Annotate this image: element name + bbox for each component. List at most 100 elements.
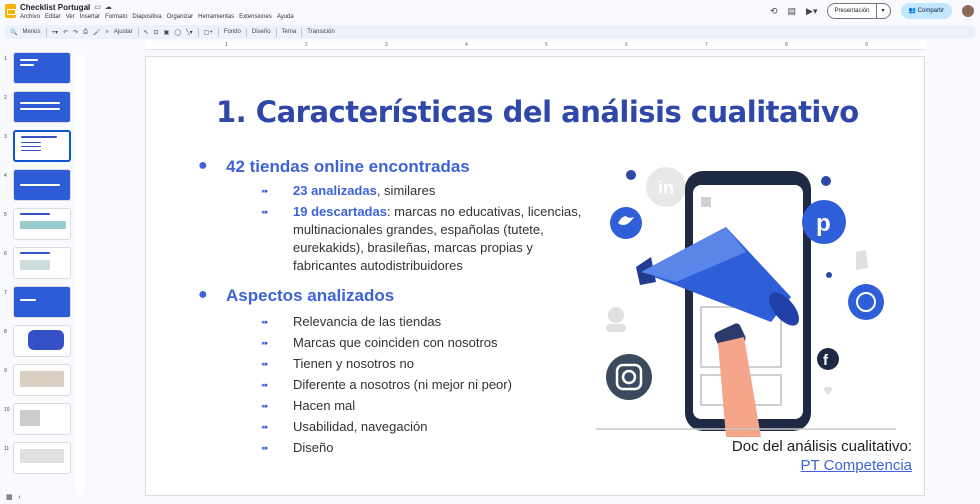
list-item[interactable]: ➠ Tienen y nosotros no xyxy=(261,355,583,373)
shape-icon[interactable]: ◯ xyxy=(174,29,181,36)
background-button[interactable]: Fondo xyxy=(224,29,241,35)
menu-diapositiva[interactable]: Diapositiva xyxy=(132,14,161,20)
transition-button[interactable]: Transición xyxy=(307,29,334,35)
divider xyxy=(197,27,199,37)
ruler-tick: 5 xyxy=(545,42,548,48)
paint-format-icon[interactable]: 🖌 xyxy=(93,29,101,36)
move-folder-icon[interactable]: ▭ xyxy=(94,4,105,11)
ruler-tick: 8 xyxy=(785,42,788,48)
menu-extensiones[interactable]: Extensiones xyxy=(239,14,272,20)
slide-number: 3 xyxy=(4,134,7,140)
section-heading[interactable]: ● Aspectos analizados xyxy=(198,286,394,306)
item-text: Diferente a nosotros (ni mejor ni peor) xyxy=(293,377,512,392)
slide-thumbnail[interactable]: 10 xyxy=(0,403,72,439)
slide-thumbnail[interactable]: 1 xyxy=(0,52,72,88)
comments-icon[interactable]: ▤ xyxy=(788,6,797,17)
document-title[interactable]: Checklist Portugal xyxy=(20,3,90,12)
decor-dot xyxy=(821,176,831,186)
star-icon[interactable]: ☆ xyxy=(84,4,94,11)
zoom-select[interactable]: Ajustar xyxy=(114,29,133,35)
bullet-dot: ● xyxy=(198,286,208,303)
undo-icon[interactable]: ↶ xyxy=(63,29,68,36)
menu-editar[interactable]: Editar xyxy=(45,14,61,20)
layout-button[interactable]: Diseño xyxy=(252,29,271,35)
ruler-tick: 1 xyxy=(225,42,228,48)
present-button[interactable]: Presentación ▾ xyxy=(827,3,891,19)
grid-view-icon[interactable]: ▦ xyxy=(6,494,13,501)
slide-number: 8 xyxy=(4,329,7,335)
share-button[interactable]: 👥 Compartir xyxy=(900,3,952,19)
comment-icon[interactable]: ▢+ xyxy=(204,29,213,36)
image-icon[interactable]: ▣ xyxy=(164,29,170,36)
list-item[interactable]: ➠ Marcas que coinciden con nosotros xyxy=(261,334,583,352)
list-item[interactable]: ➠ 23 analizadas, similares xyxy=(261,182,583,200)
menu-ayuda[interactable]: Ayuda xyxy=(277,14,294,20)
textbox-icon[interactable]: ⊡ xyxy=(154,29,159,36)
thumbnail-image xyxy=(13,208,71,240)
ruler-tick: 2 xyxy=(305,42,308,48)
svg-text:p: p xyxy=(816,210,831,237)
cloud-status-icon[interactable]: ☁ xyxy=(105,4,116,11)
list-item[interactable]: ➠ Diseño xyxy=(261,439,583,457)
item-text: Usabilidad, navegación xyxy=(293,419,428,434)
menu-bar: Archivo Editar Ver Insertar Formato Diap… xyxy=(20,14,294,20)
zoom-icon[interactable]: ⌕ xyxy=(106,29,109,36)
slide-number: 9 xyxy=(4,368,7,374)
slide-number: 10 xyxy=(4,407,10,413)
slide-thumbnail[interactable]: 9 xyxy=(0,364,72,400)
add-slide-icon[interactable]: +▾ xyxy=(52,29,59,36)
slide-thumbnail[interactable]: 11 xyxy=(0,442,72,478)
slide-thumbnail[interactable]: 6 xyxy=(0,247,72,283)
slide-thumbnail-selected[interactable]: 3 xyxy=(0,130,72,166)
history-icon[interactable]: ⟲ xyxy=(770,6,778,17)
slide-number: 5 xyxy=(4,212,7,218)
present-dropdown-icon[interactable]: ▾ xyxy=(875,4,890,18)
select-icon[interactable]: ↖ xyxy=(144,29,149,36)
thumbnail-image xyxy=(13,286,71,318)
menu-ver[interactable]: Ver xyxy=(66,14,75,20)
search-menus[interactable]: Menús xyxy=(22,29,40,35)
menu-herramientas[interactable]: Herramientas xyxy=(198,14,234,20)
list-item[interactable]: ➠ Usabilidad, navegación xyxy=(261,418,583,436)
instagram-icon xyxy=(606,354,652,400)
slide-number: 6 xyxy=(4,251,7,257)
theme-button[interactable]: Tema xyxy=(282,29,297,35)
slide-title[interactable]: 1. Características del análisis cualitat… xyxy=(216,95,859,129)
list-item[interactable]: ➠ 19 descartadas: marcas no educativas, l… xyxy=(261,203,583,275)
slide-thumbnail[interactable]: 2 xyxy=(0,91,72,127)
horizontal-ruler[interactable]: 1 2 3 4 5 6 7 8 9 xyxy=(145,41,925,50)
list-item[interactable]: ➠ Hacen mal xyxy=(261,397,583,415)
menu-archivo[interactable]: Archivo xyxy=(20,14,40,20)
slide-canvas[interactable]: 1. Características del análisis cualitat… xyxy=(145,56,925,496)
collapse-filmstrip-icon[interactable]: ‹ xyxy=(18,494,20,501)
slide-thumbnail[interactable]: 4 xyxy=(0,169,72,205)
search-icon[interactable]: 🔍 xyxy=(10,29,17,36)
slide-thumbnail[interactable]: 7 xyxy=(0,286,72,322)
megaphone-phone-illustration[interactable]: in p f xyxy=(596,157,896,437)
ruler-tick: 4 xyxy=(465,42,468,48)
vertical-ruler[interactable] xyxy=(76,55,84,495)
doc-link[interactable]: PT Competencia xyxy=(801,457,912,474)
avatar[interactable] xyxy=(962,5,974,17)
ruler-tick: 7 xyxy=(705,42,708,48)
menu-organizar[interactable]: Organizar xyxy=(167,14,193,20)
slide-thumbnail[interactable]: 8 xyxy=(0,325,72,361)
list-item[interactable]: ➠ Relevancia de las tiendas xyxy=(261,313,583,331)
arrow-bullet-icon: ➠ xyxy=(261,207,269,217)
print-icon[interactable]: ⎙ xyxy=(83,29,88,36)
item-text: Tienen y nosotros no xyxy=(293,356,414,371)
redo-icon[interactable]: ↷ xyxy=(73,29,78,36)
list-item[interactable]: ➠ Diferente a nosotros (ni mejor ni peor) xyxy=(261,376,583,394)
line-icon[interactable]: ╲▾ xyxy=(186,29,193,36)
section-heading[interactable]: ● 42 tiendas online encontradas xyxy=(198,157,470,177)
slide-thumbnail[interactable]: 5 xyxy=(0,208,72,244)
slide-number: 4 xyxy=(4,173,7,179)
section-heading-text: 42 tiendas online encontradas xyxy=(226,157,470,176)
meet-icon[interactable]: ▶▾ xyxy=(806,6,817,17)
menu-formato[interactable]: Formato xyxy=(105,14,127,20)
menu-insertar[interactable]: Insertar xyxy=(80,14,100,20)
thumbnail-image xyxy=(13,325,71,357)
slides-logo-icon[interactable] xyxy=(5,4,16,18)
thumbnail-image xyxy=(13,169,71,201)
item-text: Diseño xyxy=(293,440,334,455)
